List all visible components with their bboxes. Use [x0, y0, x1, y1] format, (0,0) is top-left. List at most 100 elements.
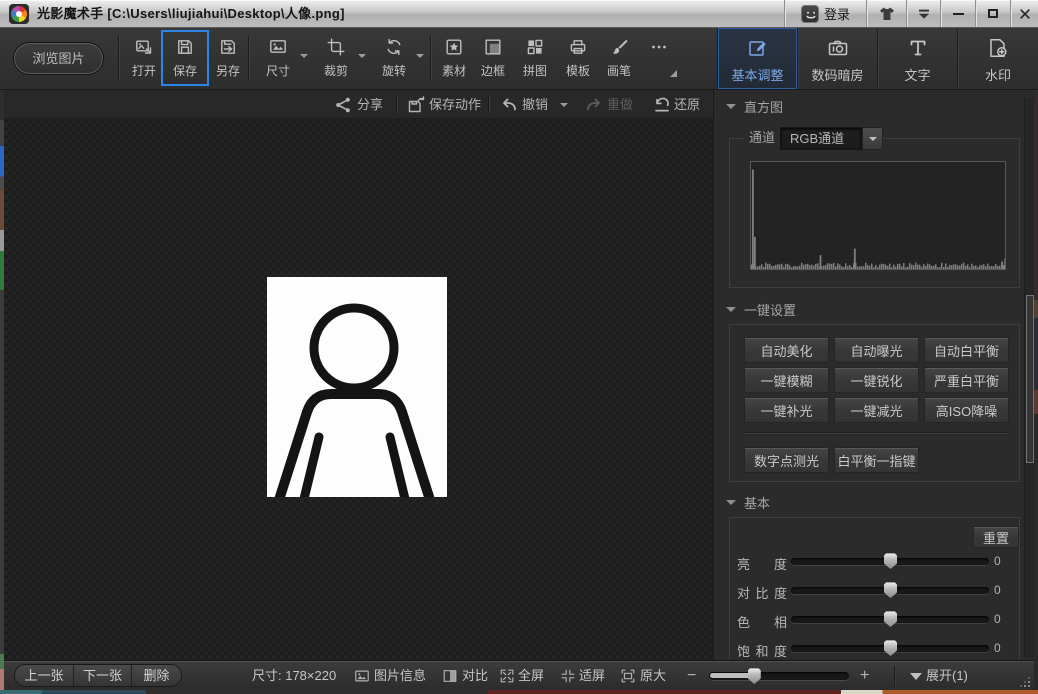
next-image-button[interactable]: 下一张	[73, 665, 131, 686]
crop-dropdown-icon[interactable]	[358, 54, 366, 58]
tab-watermark[interactable]: 水印	[957, 28, 1038, 89]
channel-label: 通道	[744, 127, 781, 149]
basic-section-header[interactable]: 基本	[726, 493, 770, 512]
white-balance-one-touch-button[interactable]: 白平衡一指键	[834, 447, 919, 473]
share-icon[interactable]	[334, 96, 352, 114]
save-action-button[interactable]: 保存动作	[429, 90, 481, 119]
image-info-button[interactable]: 图片信息	[374, 661, 426, 691]
frame-button[interactable]: 边框	[471, 38, 515, 88]
brightness-slider-track[interactable]	[791, 553, 989, 569]
template-icon	[570, 40, 586, 54]
zoom-slider-thumb[interactable]	[747, 668, 761, 684]
close-icon	[1019, 8, 1030, 19]
save-action-icon[interactable]	[407, 96, 425, 114]
zoom-in-icon[interactable]: +	[860, 661, 869, 691]
main-toolbar: 浏览图片 打开 保存 另存 尺寸 裁剪 旋转 素材 边框 拼图 模板 画笔 基本…	[0, 28, 1038, 90]
one-key-dim-light-button[interactable]: 一键减光	[834, 397, 919, 423]
material-star-icon	[446, 39, 462, 55]
channel-select[interactable]: RGB通道	[780, 127, 862, 150]
rotate-button[interactable]: 旋转	[372, 38, 416, 88]
skin-button[interactable]	[866, 0, 906, 27]
saturation-label: 饱和度	[737, 644, 787, 659]
one-key-blur-button[interactable]: 一键模糊	[744, 367, 829, 393]
save-as-button[interactable]: 另存	[206, 38, 250, 88]
chevron-down-icon	[868, 136, 877, 141]
panel-scrollbar-thumb[interactable]	[1026, 295, 1034, 463]
auto-exposure-button[interactable]: 自动曝光	[834, 337, 919, 363]
contrast-slider-track[interactable]	[791, 582, 989, 598]
compare-button[interactable]: 对比	[462, 661, 488, 691]
save-floppy-icon	[178, 40, 192, 54]
more-tools-button[interactable]	[637, 38, 681, 88]
collapse-menu-button[interactable]	[906, 0, 940, 27]
one-key-section-header[interactable]: 一键设置	[726, 300, 796, 319]
minimize-button[interactable]	[940, 0, 975, 27]
open-button[interactable]: 打开	[122, 38, 166, 88]
save-as-icon	[221, 40, 235, 54]
login-button[interactable]: 登录	[784, 0, 866, 27]
collapse-triangle-icon	[726, 500, 736, 505]
actionbar-separator	[396, 96, 397, 113]
brush-button[interactable]: 画笔	[597, 38, 641, 88]
fit-screen-icon[interactable]	[560, 668, 576, 684]
save-button[interactable]: 保存	[163, 38, 207, 88]
reset-button[interactable]: 重置	[973, 526, 1019, 548]
compare-icon[interactable]	[442, 668, 458, 684]
collage-button[interactable]: 拼图	[513, 38, 557, 88]
statusbar-separator	[894, 666, 895, 686]
fullscreen-icon[interactable]	[499, 668, 515, 684]
tab-basic-adjust[interactable]: 基本调整	[717, 28, 797, 89]
original-size-button[interactable]: 原大	[640, 661, 666, 691]
title-bar: 光影魔术手 [C:\Users\liujiahui\Desktop\人像.png…	[0, 0, 1038, 28]
auto-white-balance-button[interactable]: 自动白平衡	[924, 337, 1009, 363]
collapse-triangle-icon	[726, 104, 736, 109]
auto-beautify-button[interactable]: 自动美化	[744, 337, 829, 363]
undo-dropdown-icon[interactable]	[560, 103, 568, 107]
login-avatar-icon	[800, 4, 819, 23]
undo-button[interactable]: 撤销	[522, 90, 548, 119]
fullscreen-button[interactable]: 全屏	[518, 661, 544, 691]
image-info-icon[interactable]	[354, 668, 370, 684]
histogram-title: 直方图	[744, 100, 784, 115]
hue-slider-track[interactable]	[791, 611, 989, 627]
channel-dropdown-button[interactable]	[862, 127, 883, 150]
close-button[interactable]	[1010, 0, 1038, 27]
expand-triangle-icon[interactable]	[910, 673, 922, 680]
delete-image-button[interactable]: 删除	[131, 665, 181, 686]
restore-button[interactable]: 还原	[674, 90, 700, 119]
high-iso-denoise-button[interactable]: 高ISO降噪	[924, 397, 1009, 423]
one-key-fill-light-button[interactable]: 一键补光	[744, 397, 829, 423]
maximize-button[interactable]	[975, 0, 1010, 27]
tab-darkroom[interactable]: 数码暗房	[797, 28, 877, 89]
share-button[interactable]: 分享	[357, 90, 383, 119]
redo-button: 重做	[607, 97, 634, 112]
material-button[interactable]: 素材	[432, 38, 476, 88]
panel-scrollbar[interactable]	[1024, 98, 1034, 658]
fit-screen-button[interactable]: 适屏	[579, 661, 605, 691]
app-logo-icon	[9, 4, 29, 24]
resize-button[interactable]: 尺寸	[256, 38, 300, 88]
histogram-section-header[interactable]: 直方图	[726, 97, 783, 116]
expand-button[interactable]: 展开(1)	[926, 661, 968, 691]
resize-dropdown-icon[interactable]	[300, 54, 308, 58]
resize-image-icon	[270, 40, 286, 53]
login-label: 登录	[823, 7, 850, 22]
crop-button[interactable]: 裁剪	[314, 38, 358, 88]
restore-icon[interactable]	[653, 96, 671, 114]
undo-icon[interactable]	[500, 96, 518, 114]
resize-grip[interactable]	[1016, 673, 1030, 687]
zoom-slider-track[interactable]	[709, 668, 849, 684]
original-size-icon[interactable]	[620, 668, 636, 684]
rotate-dropdown-icon[interactable]	[416, 54, 424, 58]
saturation-slider-track[interactable]	[791, 640, 989, 656]
browse-images-button[interactable]: 浏览图片	[13, 42, 104, 75]
toolbar-separator	[118, 36, 119, 82]
digital-spot-metering-button[interactable]: 数字点测光	[744, 447, 829, 473]
tab-text[interactable]: 文字	[877, 28, 957, 89]
template-button[interactable]: 模板	[556, 38, 600, 88]
prev-image-button[interactable]: 上一张	[15, 665, 73, 686]
zoom-out-icon[interactable]: −	[687, 661, 696, 691]
brightness-value: 0	[994, 554, 1001, 568]
severe-white-balance-button[interactable]: 严重白平衡	[924, 367, 1009, 393]
one-key-sharpen-button[interactable]: 一键锐化	[834, 367, 919, 393]
